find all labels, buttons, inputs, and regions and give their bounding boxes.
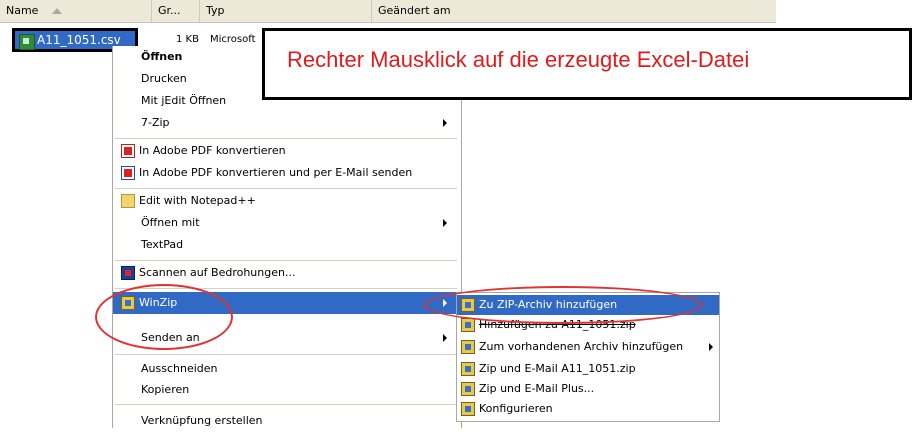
column-size[interactable]: Gr... <box>152 0 200 22</box>
column-modified[interactable]: Geändert am <box>372 0 776 22</box>
submenu-item-zip-email[interactable]: Zip und E-Mail A11_1051.zip <box>457 359 719 379</box>
submenu-item-label: Zip und E-Mail A11_1051.zip <box>479 362 636 375</box>
column-name-label: Name <box>6 4 39 17</box>
menu-item-label: Öffnen mit <box>141 216 200 229</box>
submenu-item-label: Konfigurieren <box>479 402 553 415</box>
antivirus-shield-icon <box>121 266 135 280</box>
submenu-arrow-icon <box>709 343 713 351</box>
submenu-item-label: Zip und E-Mail Plus... <box>479 382 595 395</box>
menu-separator <box>115 260 457 261</box>
context-menu: Öffnen Drucken Mit jEdit Öffnen 7-Zip In… <box>112 46 462 428</box>
excel-file-icon <box>19 34 35 50</box>
submenu-arrow-icon <box>443 119 447 127</box>
menu-item-label: Edit with Notepad++ <box>139 194 256 207</box>
menu-separator <box>115 188 457 189</box>
menu-separator <box>115 138 457 139</box>
column-header: Name Gr... Typ Geändert am <box>0 0 776 23</box>
file-size: 1 KB <box>176 34 199 45</box>
menu-item-open-with[interactable]: Öffnen mit <box>113 212 459 234</box>
winzip-icon <box>461 382 475 396</box>
menu-item-label: Kopieren <box>141 383 190 396</box>
column-type-label: Typ <box>206 4 225 17</box>
file-name: A11_1051.csv <box>37 33 121 47</box>
column-modified-label: Geändert am <box>378 4 451 17</box>
menu-item-cut[interactable]: Ausschneiden <box>113 358 459 380</box>
menu-item-scan-threats[interactable]: Scannen auf Bedrohungen... <box>113 262 459 284</box>
add-to-zip-highlight-ellipse <box>424 286 702 324</box>
notepadpp-icon <box>121 194 135 208</box>
menu-item-label: In Adobe PDF konvertieren <box>139 144 286 157</box>
menu-item-adobe-pdf-email[interactable]: In Adobe PDF konvertieren und per E-Mail… <box>113 162 459 184</box>
winzip-icon <box>461 318 475 332</box>
submenu-item-label: Zum vorhandenen Archiv hinzufügen <box>479 340 684 353</box>
menu-item-create-shortcut[interactable]: Verknüpfung erstellen <box>113 410 459 432</box>
annotation-text: Rechter Mausklick auf die erzeugte Excel… <box>287 47 750 72</box>
adobe-pdf-email-icon <box>121 166 135 180</box>
menu-separator <box>115 404 457 405</box>
winzip-icon <box>461 362 475 376</box>
header-blank <box>776 0 914 22</box>
menu-item-7zip[interactable]: 7-Zip <box>113 112 459 134</box>
annotation-callout: Rechter Mausklick auf die erzeugte Excel… <box>262 28 912 100</box>
menu-item-notepadpp[interactable]: Edit with Notepad++ <box>113 190 459 212</box>
menu-separator <box>115 354 457 355</box>
submenu-arrow-icon <box>443 219 447 227</box>
menu-item-copy[interactable]: Kopieren <box>113 379 459 401</box>
menu-item-label: TextPad <box>141 238 184 251</box>
menu-item-adobe-pdf[interactable]: In Adobe PDF konvertieren <box>113 140 459 162</box>
submenu-item-zip-email-plus[interactable]: Zip und E-Mail Plus... <box>457 379 719 399</box>
file-type: Microsoft <box>210 34 256 45</box>
menu-item-label: Drucken <box>141 72 187 85</box>
submenu-item-add-to-existing[interactable]: Zum vorhandenen Archiv hinzufügen <box>457 337 719 357</box>
menu-item-label: Verknüpfung erstellen <box>141 414 263 427</box>
column-name[interactable]: Name <box>0 0 152 22</box>
winzip-highlight-ellipse <box>95 284 233 350</box>
submenu-item-configure[interactable]: Konfigurieren <box>457 399 719 419</box>
menu-item-textpad[interactable]: TextPad <box>113 234 459 256</box>
submenu-arrow-icon <box>443 334 447 342</box>
winzip-icon <box>461 402 475 416</box>
column-size-label: Gr... <box>158 4 181 17</box>
menu-item-label: Ausschneiden <box>141 362 218 375</box>
menu-item-label: Mit jEdit Öffnen <box>141 94 227 107</box>
sort-ascending-icon <box>51 8 62 14</box>
menu-item-label: 7-Zip <box>141 116 170 129</box>
menu-item-label: In Adobe PDF konvertieren und per E-Mail… <box>139 166 413 179</box>
adobe-pdf-icon <box>121 144 135 158</box>
winzip-icon <box>461 340 475 354</box>
column-type[interactable]: Typ <box>200 0 372 22</box>
menu-item-label: Öffnen <box>141 50 183 63</box>
menu-item-label: Scannen auf Bedrohungen... <box>139 266 296 279</box>
